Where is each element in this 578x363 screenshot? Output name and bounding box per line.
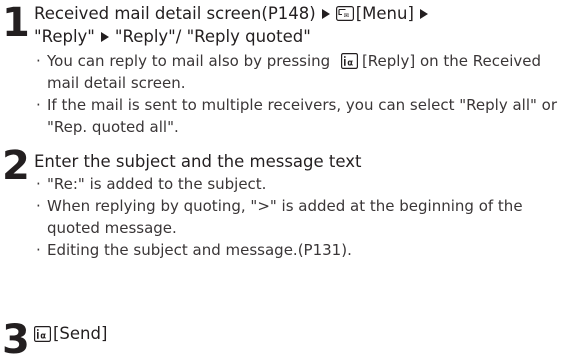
arrow-right-icon [321,9,330,19]
notes-list: · You can reply to mail also by pressing… [34,50,574,138]
step-number: 3 [2,317,30,363]
note-text: "Re:" is added to the subject. [47,175,267,193]
bullet: · [36,175,41,193]
i-alpha-key-icon: α [34,325,51,342]
step-title: "Reply" "Reply"/ "Reply quoted" [34,25,574,48]
menu-key-icon: ✉ [335,6,354,21]
step-body: Enter the subject and the message text ·… [34,150,574,261]
step-number: 2 [2,143,30,189]
step-title-text: Received mail detail screen(P148) [34,4,316,23]
svg-text:✉: ✉ [343,12,348,20]
svg-text:α: α [40,331,46,341]
bullet: · [36,96,41,114]
svg-text:α: α [347,58,353,68]
bullet: · [36,197,41,215]
notes-list: · "Re:" is added to the subject. · When … [34,173,574,261]
note-item: · "Re:" is added to the subject. [34,173,574,195]
step-title: Enter the subject and the message text [34,152,362,171]
reply-options-label: "Reply"/ "Reply quoted" [114,27,311,46]
arrow-right-icon [100,32,109,42]
arrow-right-icon [419,9,428,19]
note-text: Editing the subject and message.(P131). [47,241,352,259]
step-body: Received mail detail screen(P148) ✉ [Menu]… [34,2,574,138]
note-text: You can reply to mail also by pressing [47,52,331,70]
step-title: α [Send] [34,322,574,345]
step-body: α [Send] [34,322,574,345]
step-number: 1 [2,0,30,46]
menu-label: [Menu] [355,4,414,23]
note-item: · You can reply to mail also by pressing… [34,50,574,94]
note-text: When replying by quoting, ">" is added a… [47,197,523,237]
reply-label: "Reply" [34,27,95,46]
i-alpha-key-icon: α [340,52,358,69]
send-label: [Send] [53,324,108,343]
note-text: If the mail is sent to multiple receiver… [47,96,558,136]
instruction-page: 1 Received mail detail screen(P148) ✉ [Men… [0,0,578,363]
bullet: · [36,241,41,259]
step-title: Received mail detail screen(P148) ✉ [Menu] [34,2,574,25]
note-item: · If the mail is sent to multiple receiv… [34,94,574,138]
bullet: · [36,52,41,70]
note-item: · When replying by quoting, ">" is added… [34,195,574,239]
note-item: · Editing the subject and message.(P131)… [34,239,574,261]
